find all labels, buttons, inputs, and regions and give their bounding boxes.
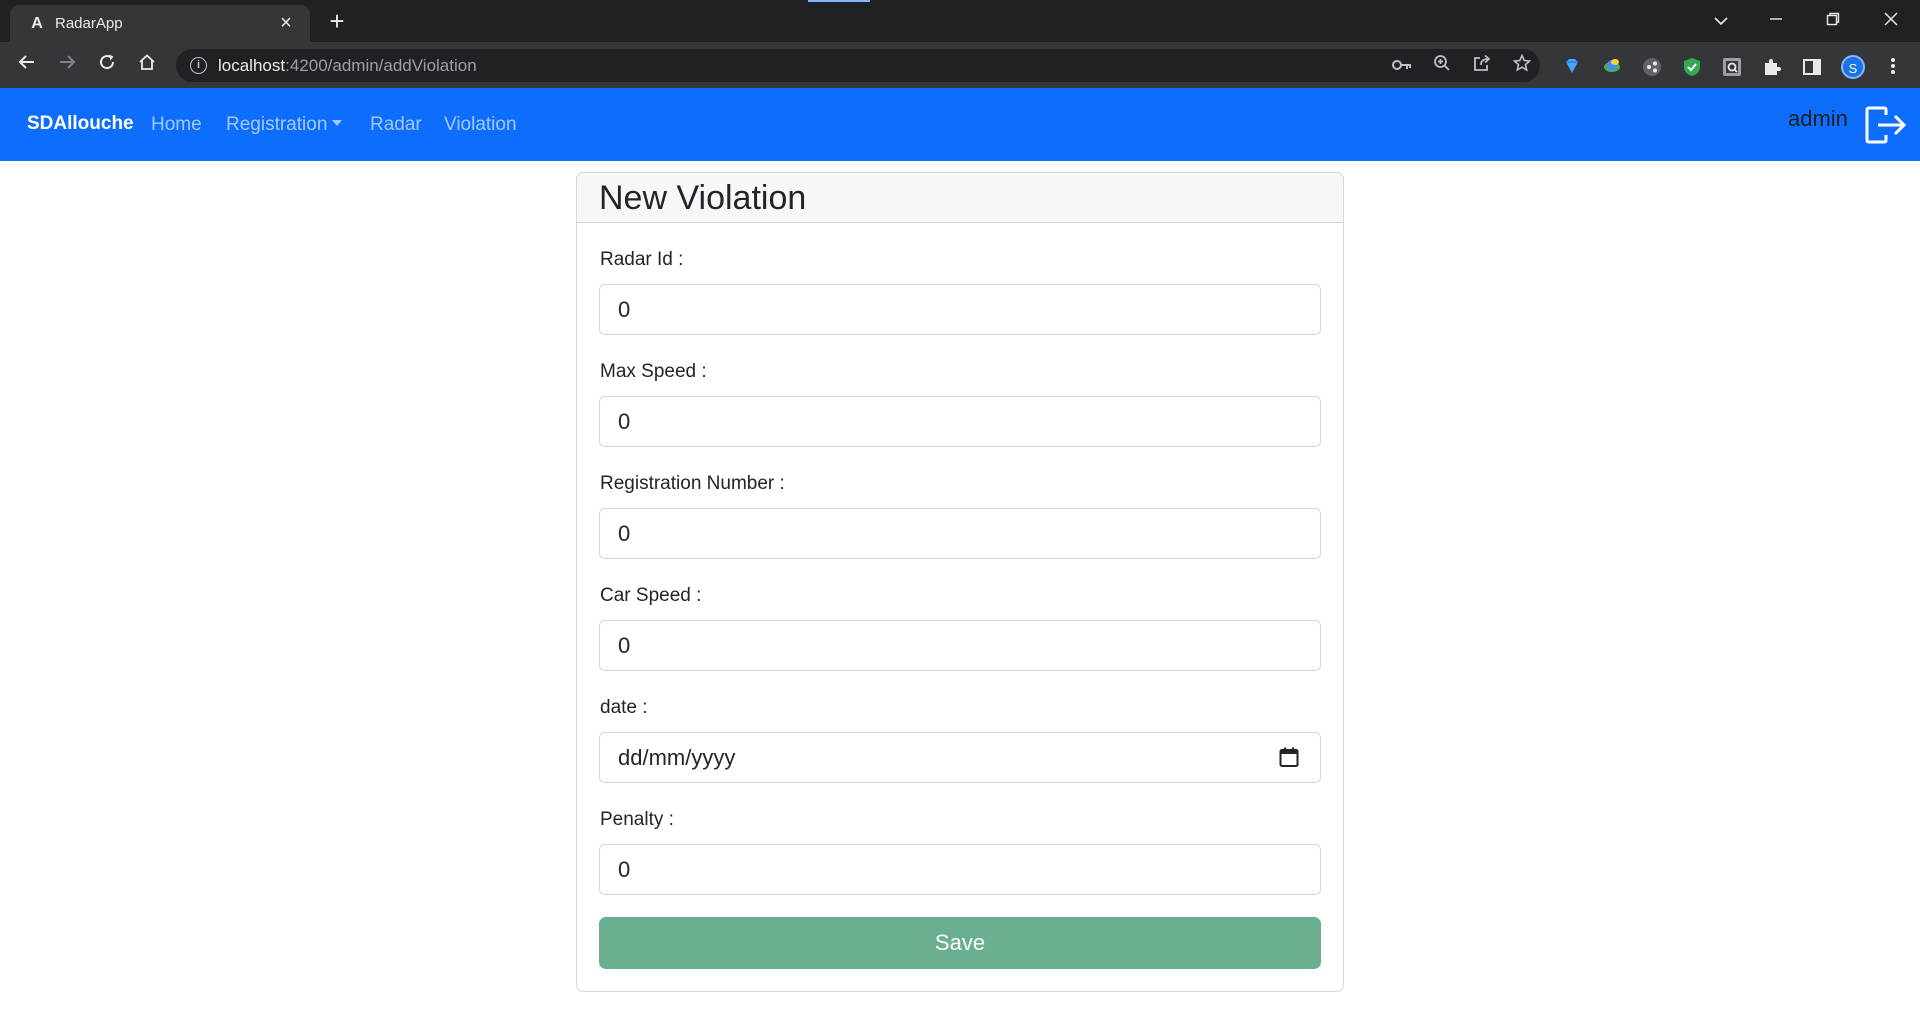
car-speed-input[interactable]: 0	[599, 620, 1321, 671]
nav-link-registration-label: Registration	[226, 114, 328, 135]
penalty-label: Penalty :	[600, 809, 674, 830]
forward-button[interactable]	[52, 50, 82, 80]
url-path: :4200/admin/addViolation	[285, 56, 477, 75]
car-speed-value: 0	[618, 633, 631, 658]
radar-id-value: 0	[618, 297, 631, 322]
diamond-extension-icon[interactable]	[1561, 57, 1583, 79]
browser-tab-strip: A RadarApp × +	[0, 0, 1920, 42]
reload-button[interactable]	[92, 50, 122, 80]
max-speed-input[interactable]: 0	[599, 396, 1321, 447]
restore-button[interactable]	[1818, 6, 1848, 34]
tab-search-icon[interactable]	[1706, 6, 1736, 34]
close-tab-icon[interactable]: ×	[276, 13, 296, 33]
tab-title: RadarApp	[55, 15, 123, 32]
url-text[interactable]: localhost:4200/admin/addViolation	[218, 56, 477, 76]
registration-number-input[interactable]: 0	[599, 508, 1321, 559]
penalty-value: 0	[618, 857, 631, 882]
nav-link-home[interactable]: Home	[151, 114, 202, 136]
card-header: New Violation	[577, 173, 1343, 223]
zoom-icon[interactable]	[1430, 54, 1454, 78]
more-menu-icon[interactable]	[1882, 57, 1904, 79]
date-input[interactable]: dd/mm/yyyy	[599, 732, 1321, 783]
close-window-button[interactable]	[1876, 6, 1906, 34]
logged-in-user: admin	[1788, 106, 1848, 131]
logout-icon[interactable]	[1864, 105, 1908, 145]
shield-extension-icon[interactable]	[1681, 57, 1703, 79]
browser-tab[interactable]: A RadarApp ×	[10, 5, 310, 42]
side-panel-icon[interactable]	[1801, 57, 1823, 79]
minimize-button[interactable]	[1761, 6, 1791, 34]
home-button[interactable]	[132, 50, 162, 80]
qr-extension-icon[interactable]	[1721, 57, 1743, 79]
nav-link-radar[interactable]: Radar	[370, 114, 422, 136]
save-button[interactable]: Save	[599, 917, 1321, 969]
new-tab-button[interactable]: +	[323, 7, 351, 35]
caret-down-icon	[332, 120, 343, 126]
penalty-input[interactable]: 0	[599, 844, 1321, 895]
max-speed-value: 0	[618, 409, 631, 434]
globe-extension-icon[interactable]	[1601, 57, 1623, 79]
bookmark-star-icon[interactable]	[1510, 53, 1534, 78]
angular-icon: A	[31, 15, 43, 32]
key-icon[interactable]	[1390, 54, 1414, 78]
share-extension-icon[interactable]	[1641, 57, 1663, 79]
profile-avatar[interactable]: S	[1841, 55, 1865, 79]
address-bar[interactable]: i localhost:4200/admin/addViolation	[176, 49, 1540, 82]
url-host: localhost	[218, 56, 286, 75]
calendar-icon[interactable]	[1278, 746, 1300, 768]
app-navbar: SDAllouche Home Registration Radar Viola…	[0, 88, 1920, 161]
share-icon[interactable]	[1470, 54, 1494, 78]
browser-toolbar: i localhost:4200/admin/addViolation S	[0, 42, 1920, 88]
radar-id-label: Radar Id :	[600, 249, 684, 270]
new-violation-card: New Violation Radar Id : 0 Max Speed : 0…	[576, 172, 1344, 992]
date-value: dd/mm/yyyy	[618, 745, 736, 770]
nav-dropdown-registration[interactable]: Registration	[226, 114, 343, 136]
navbar-brand[interactable]: SDAllouche	[27, 113, 134, 135]
registration-number-value: 0	[618, 521, 631, 546]
puzzle-extensions-icon[interactable]	[1761, 57, 1783, 79]
page-title: New Violation	[599, 179, 807, 217]
radar-id-input[interactable]: 0	[599, 284, 1321, 335]
date-label: date :	[600, 697, 648, 718]
registration-number-label: Registration Number :	[600, 473, 785, 494]
car-speed-label: Car Speed :	[600, 585, 702, 606]
site-info-icon[interactable]: i	[190, 57, 207, 74]
max-speed-label: Max Speed :	[600, 361, 707, 382]
tab-drop-indicator	[808, 0, 870, 2]
nav-link-violation[interactable]: Violation	[444, 114, 517, 136]
back-button[interactable]	[12, 50, 42, 80]
